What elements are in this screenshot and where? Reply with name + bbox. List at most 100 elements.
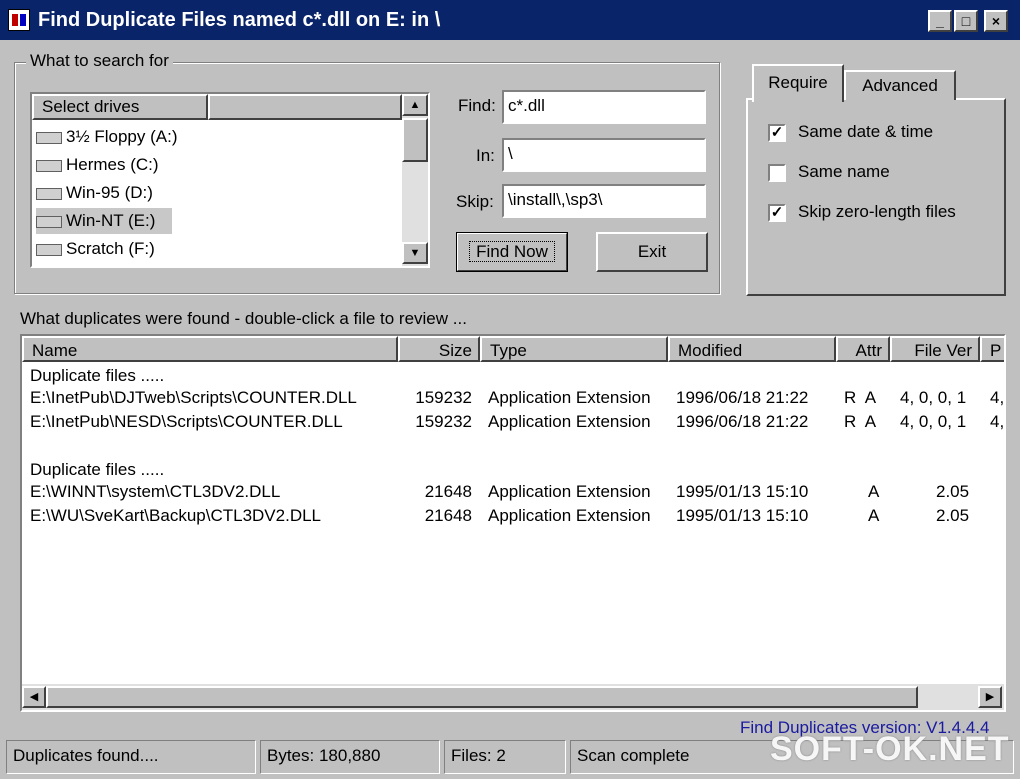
same-name-checkbox[interactable] [768, 164, 786, 182]
find-input[interactable]: c*.dll [502, 90, 706, 124]
cell-name: E:\WINNT\system\CTL3DV2.DLL [30, 482, 281, 501]
group-header: Duplicate files ..... [30, 460, 165, 479]
cell-attr: R A [844, 388, 877, 407]
column-header-label: Size [438, 341, 472, 360]
find-label: Find: [458, 96, 496, 115]
cell-type: Application Extension [488, 482, 651, 501]
cell-p: 4, [990, 412, 1005, 431]
status-files: Files: 2 [444, 740, 566, 774]
hard-drive-icon [36, 187, 62, 200]
cell-modified: 1996/06/18 21:22 [676, 388, 809, 407]
cell-name: E:\InetPub\DJTweb\Scripts\COUNTER.DLL [30, 388, 357, 407]
column-header-label: Modified [678, 341, 743, 360]
cell-p: 4, [990, 388, 1005, 407]
column-header-label: Name [32, 341, 78, 360]
cell-modified: 1995/01/13 15:10 [676, 482, 809, 501]
tab-advanced[interactable]: Advanced [844, 70, 956, 100]
drive-list-header[interactable]: Select drives [32, 94, 208, 120]
drive-list-scrollbar[interactable]: ▲ ▼ [402, 94, 428, 266]
scroll-thumb[interactable] [402, 118, 428, 162]
tab-advanced-label: Advanced [862, 76, 938, 95]
drive-item-f[interactable]: Scratch (F:) [36, 236, 155, 262]
column-header-p[interactable]: P [980, 336, 1004, 362]
title-bar[interactable]: Find Duplicate Files named c*.dll on E: … [0, 0, 1020, 40]
column-header-label: P [990, 341, 1002, 360]
column-header-type[interactable]: Type [480, 336, 668, 362]
cell-attr: A [868, 506, 880, 525]
minimize-button[interactable]: _ [928, 10, 952, 32]
scroll-left-icon[interactable]: ◀ [22, 686, 46, 708]
tab-require-label: Require [768, 73, 828, 92]
in-input[interactable]: \ [502, 138, 706, 172]
results-list[interactable]: Name Size Type Modified Attr File Ver P … [20, 334, 1006, 712]
cell-size: 159232 [415, 412, 472, 431]
find-now-button[interactable]: Find Now [456, 232, 568, 272]
scroll-thumb[interactable] [46, 686, 918, 708]
cell-file-ver: 2.05 [936, 482, 970, 501]
cell-size: 21648 [424, 506, 472, 525]
results-hscrollbar[interactable]: ◀ ▶ [22, 684, 1004, 710]
maximize-button[interactable]: □ [954, 10, 978, 32]
drive-label: Hermes (C:) [66, 155, 159, 174]
scroll-right-icon[interactable]: ▶ [978, 686, 1002, 708]
tab-require[interactable]: Require [752, 64, 844, 102]
status-found-text: Duplicates found.... [13, 746, 159, 765]
status-state-text: Scan complete [577, 746, 690, 765]
table-row[interactable]: E:\InetPub\DJTweb\Scripts\COUNTER.DLL 15… [22, 388, 1005, 412]
exit-button[interactable]: Exit [596, 232, 708, 272]
skip-zero-checkbox[interactable]: ✓ [768, 204, 786, 222]
column-header-modified[interactable]: Modified [668, 336, 836, 362]
column-header-file-ver[interactable]: File Ver [890, 336, 980, 362]
status-bytes: Bytes: 180,880 [260, 740, 440, 774]
column-header-label: Type [490, 341, 527, 360]
cell-size: 21648 [424, 482, 472, 501]
drive-label: 3½ Floppy (A:) [66, 127, 178, 146]
exit-label: Exit [637, 242, 667, 261]
floppy-drive-icon [36, 131, 62, 144]
scroll-up-icon[interactable]: ▲ [402, 94, 428, 116]
drive-label: Scratch (F:) [66, 239, 155, 258]
cell-file-ver: 4, 0, 0, 1 [900, 412, 967, 431]
cell-attr: A [868, 482, 880, 501]
status-found: Duplicates found.... [6, 740, 256, 774]
skip-label: Skip: [456, 192, 494, 211]
same-date-checkbox[interactable]: ✓ [768, 124, 786, 142]
cell-type: Application Extension [488, 506, 651, 525]
skip-input[interactable]: \install\,\sp3\ [502, 184, 706, 218]
minimize-icon: _ [936, 13, 944, 29]
skip-zero-label: Skip zero-length files [798, 202, 956, 221]
drive-item-a[interactable]: 3½ Floppy (A:) [36, 124, 178, 150]
results-caption: What duplicates were found - double-clic… [20, 309, 467, 328]
table-row[interactable]: E:\InetPub\NESD\Scripts\COUNTER.DLL 1592… [22, 412, 1005, 436]
column-header-label: Attr [855, 341, 882, 360]
drive-item-e[interactable]: Win-NT (E:) [36, 208, 172, 234]
hard-drive-icon [36, 215, 62, 228]
table-row[interactable]: E:\WU\SveKart\Backup\CTL3DV2.DLL 21648 A… [22, 506, 1004, 530]
drive-list[interactable]: Select drives 3½ Floppy (A:) Hermes (C:)… [30, 92, 430, 268]
same-name-label: Same name [798, 162, 890, 181]
column-header-name[interactable]: Name [22, 336, 398, 362]
drive-item-c[interactable]: Hermes (C:) [36, 152, 159, 178]
column-header-size[interactable]: Size [398, 336, 480, 362]
drive-list-header-filler [208, 94, 402, 120]
cell-size: 159232 [415, 388, 472, 407]
cell-name: E:\WU\SveKart\Backup\CTL3DV2.DLL [30, 506, 322, 525]
drive-label: Win-NT (E:) [66, 211, 156, 230]
column-header-attr[interactable]: Attr [836, 336, 890, 362]
window-title: Find Duplicate Files named c*.dll on E: … [38, 9, 441, 31]
document-icon[interactable] [8, 9, 30, 31]
cell-type: Application Extension [488, 388, 651, 407]
close-icon: × [991, 13, 1001, 29]
drive-item-d[interactable]: Win-95 (D:) [36, 180, 153, 206]
scroll-down-icon[interactable]: ▼ [402, 242, 428, 264]
close-button[interactable]: × [984, 10, 1008, 32]
column-header-label: File Ver [914, 341, 972, 360]
status-bytes-text: Bytes: 180,880 [267, 746, 381, 765]
find-now-label: Find Now [469, 241, 555, 262]
watermark: SOFT-OK.NET [770, 730, 1010, 768]
cell-modified: 1996/06/18 21:22 [676, 412, 809, 431]
hard-drive-icon [36, 159, 62, 172]
cell-file-ver: 4, 0, 0, 1 [900, 388, 967, 407]
cell-modified: 1995/01/13 15:10 [676, 506, 809, 525]
table-row[interactable]: E:\WINNT\system\CTL3DV2.DLL 21648 Applic… [22, 482, 1004, 506]
